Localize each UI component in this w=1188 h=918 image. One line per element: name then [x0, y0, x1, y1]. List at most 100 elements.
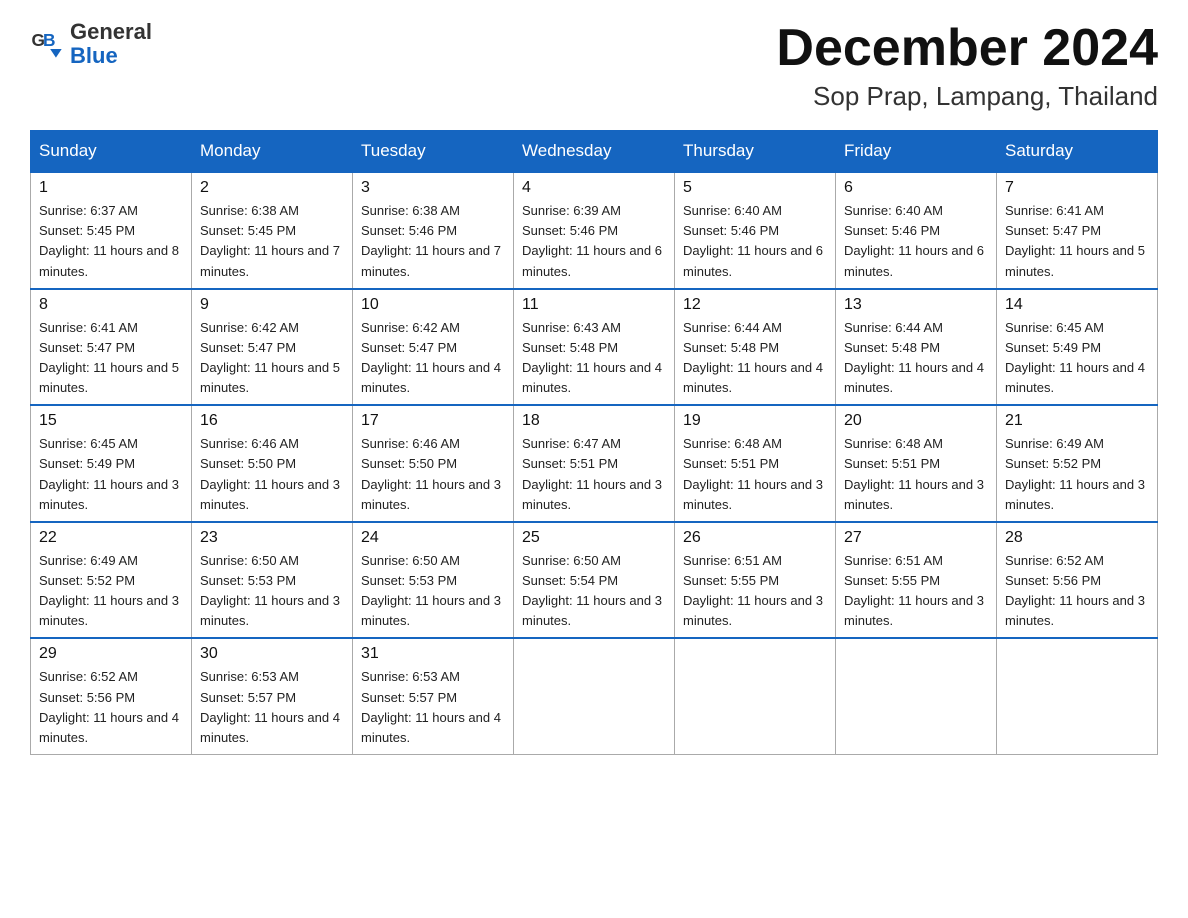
- day-info: Sunrise: 6:40 AMSunset: 5:46 PMDaylight:…: [844, 201, 988, 282]
- day-number: 15: [39, 412, 183, 430]
- day-number: 19: [683, 412, 827, 430]
- day-info: Sunrise: 6:44 AMSunset: 5:48 PMDaylight:…: [683, 318, 827, 399]
- logo-text: General Blue: [70, 20, 152, 68]
- logo-icon: G B: [30, 26, 66, 62]
- logo: G B General Blue: [30, 20, 152, 68]
- day-number: 5: [683, 179, 827, 197]
- day-number: 27: [844, 529, 988, 547]
- calendar-cell: 28 Sunrise: 6:52 AMSunset: 5:56 PMDaylig…: [997, 522, 1158, 639]
- calendar-cell: 26 Sunrise: 6:51 AMSunset: 5:55 PMDaylig…: [675, 522, 836, 639]
- day-info: Sunrise: 6:45 AMSunset: 5:49 PMDaylight:…: [1005, 318, 1149, 399]
- calendar-cell: 18 Sunrise: 6:47 AMSunset: 5:51 PMDaylig…: [514, 405, 675, 522]
- calendar-cell: 20 Sunrise: 6:48 AMSunset: 5:51 PMDaylig…: [836, 405, 997, 522]
- day-number: 2: [200, 179, 344, 197]
- day-number: 7: [1005, 179, 1149, 197]
- day-info: Sunrise: 6:50 AMSunset: 5:54 PMDaylight:…: [522, 551, 666, 632]
- day-number: 24: [361, 529, 505, 547]
- calendar-cell: 1 Sunrise: 6:37 AMSunset: 5:45 PMDayligh…: [31, 172, 192, 289]
- page-header: G B General Blue December 2024 Sop Prap,…: [30, 20, 1158, 112]
- day-number: 10: [361, 296, 505, 314]
- title-block: December 2024 Sop Prap, Lampang, Thailan…: [776, 20, 1158, 112]
- day-number: 3: [361, 179, 505, 197]
- day-info: Sunrise: 6:52 AMSunset: 5:56 PMDaylight:…: [39, 667, 183, 748]
- calendar-week-row: 15 Sunrise: 6:45 AMSunset: 5:49 PMDaylig…: [31, 405, 1158, 522]
- day-number: 23: [200, 529, 344, 547]
- calendar-cell: 21 Sunrise: 6:49 AMSunset: 5:52 PMDaylig…: [997, 405, 1158, 522]
- month-title: December 2024: [776, 20, 1158, 77]
- day-number: 14: [1005, 296, 1149, 314]
- header-thursday: Thursday: [675, 131, 836, 173]
- day-info: Sunrise: 6:37 AMSunset: 5:45 PMDaylight:…: [39, 201, 183, 282]
- day-number: 1: [39, 179, 183, 197]
- header-saturday: Saturday: [997, 131, 1158, 173]
- day-number: 28: [1005, 529, 1149, 547]
- calendar-cell: 10 Sunrise: 6:42 AMSunset: 5:47 PMDaylig…: [353, 289, 514, 406]
- day-number: 30: [200, 645, 344, 663]
- calendar-cell: 2 Sunrise: 6:38 AMSunset: 5:45 PMDayligh…: [192, 172, 353, 289]
- header-friday: Friday: [836, 131, 997, 173]
- day-info: Sunrise: 6:47 AMSunset: 5:51 PMDaylight:…: [522, 434, 666, 515]
- calendar-cell: 31 Sunrise: 6:53 AMSunset: 5:57 PMDaylig…: [353, 638, 514, 754]
- day-info: Sunrise: 6:49 AMSunset: 5:52 PMDaylight:…: [1005, 434, 1149, 515]
- day-info: Sunrise: 6:53 AMSunset: 5:57 PMDaylight:…: [361, 667, 505, 748]
- day-info: Sunrise: 6:51 AMSunset: 5:55 PMDaylight:…: [844, 551, 988, 632]
- calendar-cell: 30 Sunrise: 6:53 AMSunset: 5:57 PMDaylig…: [192, 638, 353, 754]
- day-info: Sunrise: 6:38 AMSunset: 5:45 PMDaylight:…: [200, 201, 344, 282]
- day-info: Sunrise: 6:51 AMSunset: 5:55 PMDaylight:…: [683, 551, 827, 632]
- calendar-cell: [836, 638, 997, 754]
- svg-text:B: B: [43, 30, 55, 50]
- day-info: Sunrise: 6:50 AMSunset: 5:53 PMDaylight:…: [361, 551, 505, 632]
- calendar-cell: 7 Sunrise: 6:41 AMSunset: 5:47 PMDayligh…: [997, 172, 1158, 289]
- calendar-cell: 5 Sunrise: 6:40 AMSunset: 5:46 PMDayligh…: [675, 172, 836, 289]
- day-info: Sunrise: 6:48 AMSunset: 5:51 PMDaylight:…: [844, 434, 988, 515]
- day-number: 9: [200, 296, 344, 314]
- day-number: 11: [522, 296, 666, 314]
- day-info: Sunrise: 6:42 AMSunset: 5:47 PMDaylight:…: [361, 318, 505, 399]
- logo-blue-text: Blue: [70, 44, 152, 68]
- day-number: 26: [683, 529, 827, 547]
- day-number: 31: [361, 645, 505, 663]
- day-info: Sunrise: 6:41 AMSunset: 5:47 PMDaylight:…: [39, 318, 183, 399]
- day-number: 25: [522, 529, 666, 547]
- day-info: Sunrise: 6:40 AMSunset: 5:46 PMDaylight:…: [683, 201, 827, 282]
- calendar-header-row: SundayMondayTuesdayWednesdayThursdayFrid…: [31, 131, 1158, 173]
- header-wednesday: Wednesday: [514, 131, 675, 173]
- day-info: Sunrise: 6:38 AMSunset: 5:46 PMDaylight:…: [361, 201, 505, 282]
- calendar-cell: 23 Sunrise: 6:50 AMSunset: 5:53 PMDaylig…: [192, 522, 353, 639]
- day-number: 16: [200, 412, 344, 430]
- day-number: 20: [844, 412, 988, 430]
- day-info: Sunrise: 6:42 AMSunset: 5:47 PMDaylight:…: [200, 318, 344, 399]
- day-number: 12: [683, 296, 827, 314]
- calendar-cell: 9 Sunrise: 6:42 AMSunset: 5:47 PMDayligh…: [192, 289, 353, 406]
- day-number: 17: [361, 412, 505, 430]
- calendar-cell: [514, 638, 675, 754]
- calendar-cell: 25 Sunrise: 6:50 AMSunset: 5:54 PMDaylig…: [514, 522, 675, 639]
- day-info: Sunrise: 6:52 AMSunset: 5:56 PMDaylight:…: [1005, 551, 1149, 632]
- header-monday: Monday: [192, 131, 353, 173]
- day-info: Sunrise: 6:39 AMSunset: 5:46 PMDaylight:…: [522, 201, 666, 282]
- day-info: Sunrise: 6:46 AMSunset: 5:50 PMDaylight:…: [361, 434, 505, 515]
- calendar-cell: 4 Sunrise: 6:39 AMSunset: 5:46 PMDayligh…: [514, 172, 675, 289]
- calendar-cell: 22 Sunrise: 6:49 AMSunset: 5:52 PMDaylig…: [31, 522, 192, 639]
- day-number: 4: [522, 179, 666, 197]
- day-info: Sunrise: 6:48 AMSunset: 5:51 PMDaylight:…: [683, 434, 827, 515]
- location-title: Sop Prap, Lampang, Thailand: [776, 81, 1158, 112]
- calendar-cell: 16 Sunrise: 6:46 AMSunset: 5:50 PMDaylig…: [192, 405, 353, 522]
- day-info: Sunrise: 6:49 AMSunset: 5:52 PMDaylight:…: [39, 551, 183, 632]
- calendar-cell: 11 Sunrise: 6:43 AMSunset: 5:48 PMDaylig…: [514, 289, 675, 406]
- calendar-cell: 24 Sunrise: 6:50 AMSunset: 5:53 PMDaylig…: [353, 522, 514, 639]
- calendar-cell: 13 Sunrise: 6:44 AMSunset: 5:48 PMDaylig…: [836, 289, 997, 406]
- calendar-week-row: 22 Sunrise: 6:49 AMSunset: 5:52 PMDaylig…: [31, 522, 1158, 639]
- day-number: 29: [39, 645, 183, 663]
- calendar-cell: [997, 638, 1158, 754]
- calendar-cell: 14 Sunrise: 6:45 AMSunset: 5:49 PMDaylig…: [997, 289, 1158, 406]
- day-info: Sunrise: 6:44 AMSunset: 5:48 PMDaylight:…: [844, 318, 988, 399]
- day-info: Sunrise: 6:53 AMSunset: 5:57 PMDaylight:…: [200, 667, 344, 748]
- calendar-cell: 17 Sunrise: 6:46 AMSunset: 5:50 PMDaylig…: [353, 405, 514, 522]
- header-tuesday: Tuesday: [353, 131, 514, 173]
- day-number: 22: [39, 529, 183, 547]
- logo-general-text: General: [70, 20, 152, 44]
- day-info: Sunrise: 6:41 AMSunset: 5:47 PMDaylight:…: [1005, 201, 1149, 282]
- day-number: 6: [844, 179, 988, 197]
- calendar-week-row: 29 Sunrise: 6:52 AMSunset: 5:56 PMDaylig…: [31, 638, 1158, 754]
